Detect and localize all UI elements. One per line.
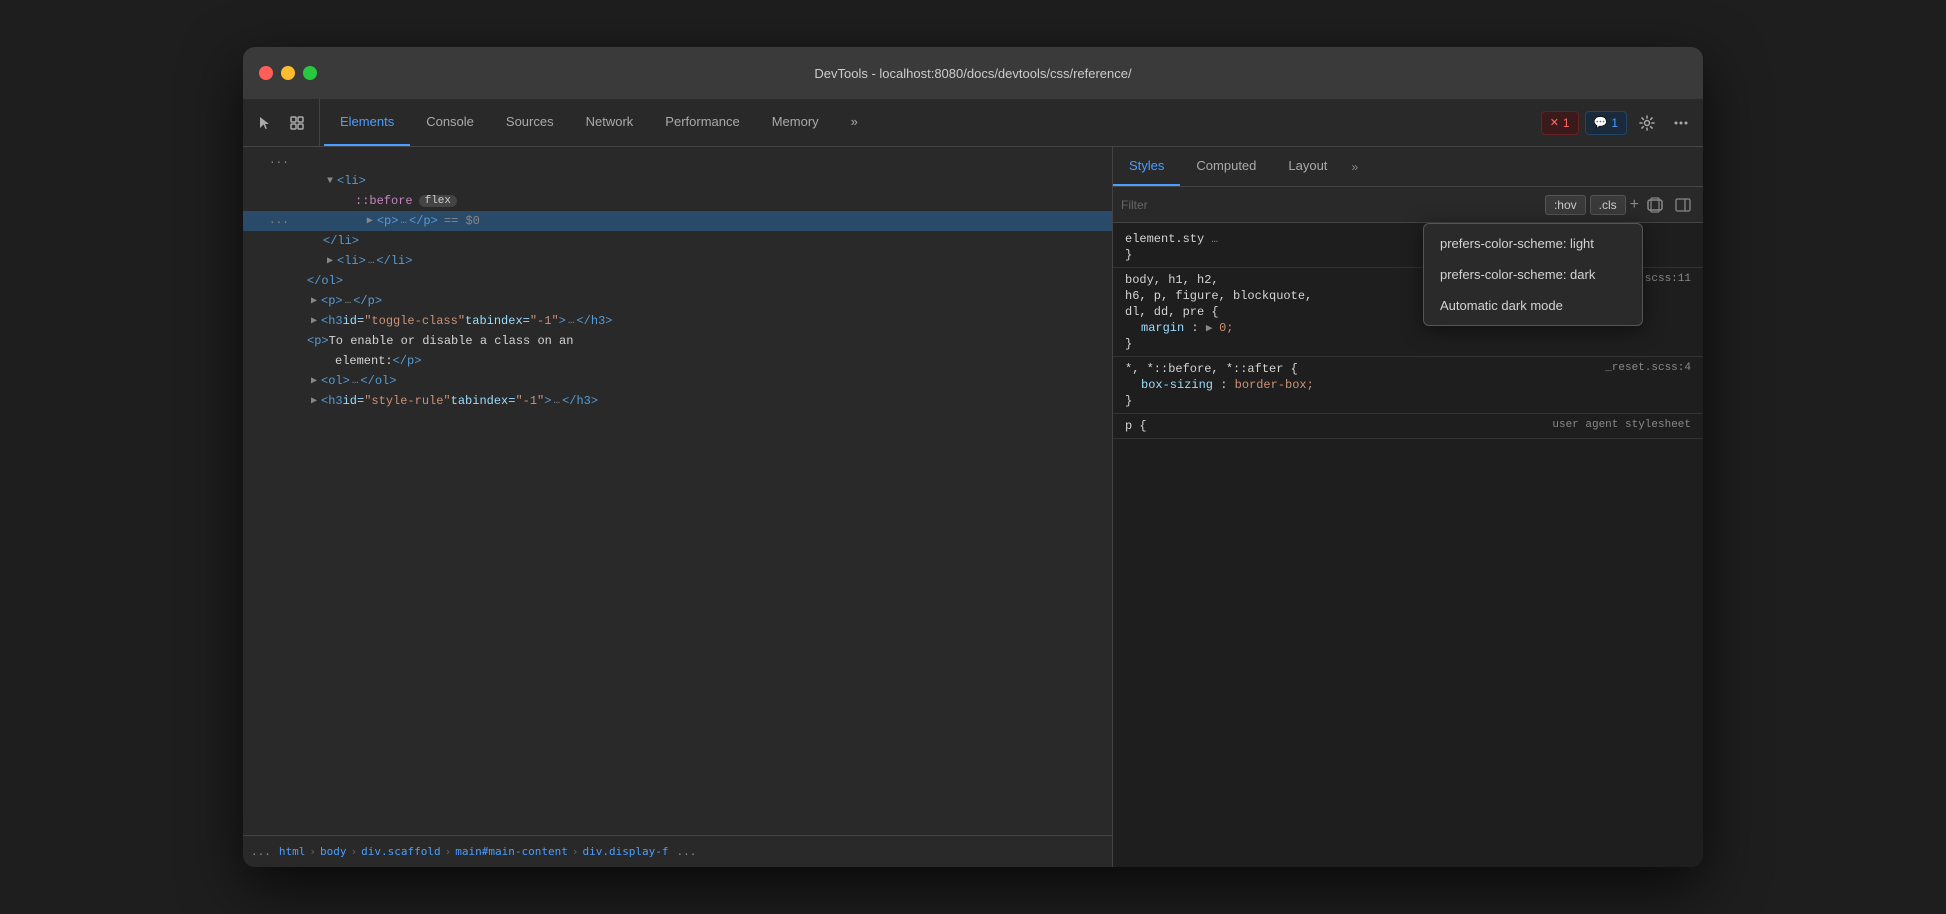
expand-h3-style-arrow[interactable]: ▶ — [307, 394, 321, 408]
expand-p-arrow[interactable]: ▶ — [363, 214, 377, 228]
emulation-icon[interactable] — [1643, 193, 1667, 217]
error-x-icon: ✕ — [1550, 116, 1559, 129]
tab-network[interactable]: Network — [570, 99, 650, 146]
dom-li-collapsed[interactable]: ▶ <li> … </li> — [243, 251, 1112, 271]
toolbar-icons — [251, 99, 320, 146]
tab-memory[interactable]: Memory — [756, 99, 835, 146]
main-tab-bar: Elements Console Sources Network Perform… — [243, 99, 1703, 147]
dom-p-selected[interactable]: ... ▶ <p> … </p> == $0 — [243, 211, 1112, 231]
layout-sidebar-icon[interactable] — [1671, 193, 1695, 217]
add-style-icon[interactable]: + — [1630, 196, 1639, 214]
dom-ol-collapsed[interactable]: ▶ <ol> … </ol> — [243, 371, 1112, 391]
dom-p-text-cont: element: </p> — [243, 351, 1112, 371]
breadcrumb-div-scaffold[interactable]: div.scaffold — [361, 845, 440, 858]
style-block-p-user-agent: p { user agent stylesheet — [1113, 414, 1703, 439]
style-block-universal: *, *::before, *::after { _reset.scss:4 b… — [1113, 357, 1703, 414]
expand-li-arrow[interactable]: ▼ — [323, 174, 337, 188]
dom-h3-style-rule[interactable]: ▶ <h3 id="style-rule" tabindex="-1" > … … — [243, 391, 1112, 411]
right-panel: Styles Computed Layout » :hov .cls + — [1113, 147, 1703, 867]
dropdown-item-dark[interactable]: prefers-color-scheme: dark — [1424, 259, 1642, 290]
breadcrumb-dots: ... — [251, 845, 271, 858]
chat-icon: 💬 — [1594, 116, 1608, 129]
tab-styles[interactable]: Styles — [1113, 147, 1180, 186]
expand-ol-arrow[interactable]: ▶ — [307, 374, 321, 388]
window-title: DevTools - localhost:8080/docs/devtools/… — [814, 66, 1131, 81]
overflow-menu-icon[interactable] — [1667, 109, 1695, 137]
dom-panel: ... ▼ <li> ::before flex ... — [243, 147, 1113, 867]
filter-bar: :hov .cls + prefers-colo — [1113, 187, 1703, 223]
info-badge-button[interactable]: 💬 1 — [1585, 111, 1627, 135]
tab-performance[interactable]: Performance — [649, 99, 755, 146]
dom-dots-top[interactable]: ... — [243, 151, 1112, 171]
minimize-button[interactable] — [281, 66, 295, 80]
tab-elements[interactable]: Elements — [324, 99, 410, 146]
expand-h3-arrow[interactable]: ▶ — [307, 314, 321, 328]
devtools-window: DevTools - localhost:8080/docs/devtools/… — [243, 47, 1703, 867]
dom-li-open[interactable]: ▼ <li> — [243, 171, 1112, 191]
settings-icon[interactable] — [1633, 109, 1661, 137]
cls-button[interactable]: .cls — [1590, 195, 1626, 215]
dom-h3-toggle[interactable]: ▶ <h3 id="toggle-class" tabindex="-1" > … — [243, 311, 1112, 331]
maximize-button[interactable] — [303, 66, 317, 80]
breadcrumb-body[interactable]: body — [320, 845, 347, 858]
tab-bar-actions: ✕ 1 💬 1 — [1533, 99, 1703, 146]
right-tab-more[interactable]: » — [1343, 147, 1366, 186]
filter-input[interactable] — [1121, 198, 1541, 212]
expand-p2-arrow[interactable]: ▶ — [307, 294, 321, 308]
breadcrumb-bar: ... html › body › div.scaffold › main#ma… — [243, 835, 1112, 867]
right-tab-bar: Styles Computed Layout » — [1113, 147, 1703, 187]
dom-p-text[interactable]: <p> To enable or disable a class on an — [243, 331, 1112, 351]
hov-button[interactable]: :hov — [1545, 195, 1586, 215]
dom-p-collapsed[interactable]: ▶ <p> … </p> — [243, 291, 1112, 311]
tab-computed[interactable]: Computed — [1180, 147, 1272, 186]
cls-dropdown: prefers-color-scheme: light prefers-colo… — [1423, 223, 1643, 326]
dropdown-item-auto-dark[interactable]: Automatic dark mode — [1424, 290, 1642, 321]
main-tabs: Elements Console Sources Network Perform… — [324, 99, 1533, 146]
breadcrumb-html[interactable]: html — [279, 845, 306, 858]
expand-li2-arrow[interactable]: ▶ — [323, 254, 337, 268]
dropdown-item-light[interactable]: prefers-color-scheme: light — [1424, 228, 1642, 259]
traffic-lights — [259, 66, 317, 80]
dom-li-close[interactable]: </li> — [243, 231, 1112, 251]
breadcrumb-main[interactable]: main#main-content — [455, 845, 568, 858]
tab-layout[interactable]: Layout — [1272, 147, 1343, 186]
cursor-icon[interactable] — [251, 109, 279, 137]
close-button[interactable] — [259, 66, 273, 80]
dom-ol-close[interactable]: </ol> — [243, 271, 1112, 291]
tab-console[interactable]: Console — [410, 99, 490, 146]
dom-tree[interactable]: ... ▼ <li> ::before flex ... — [243, 147, 1112, 835]
tab-more[interactable]: » — [835, 99, 874, 146]
breadcrumb-ellipsis[interactable]: ... — [677, 845, 697, 858]
tab-sources[interactable]: Sources — [490, 99, 570, 146]
title-bar: DevTools - localhost:8080/docs/devtools/… — [243, 47, 1703, 99]
error-badge-button[interactable]: ✕ 1 — [1541, 111, 1579, 135]
dom-before-pseudo[interactable]: ::before flex — [243, 191, 1112, 211]
breadcrumb-div-display[interactable]: div.display-f — [582, 845, 668, 858]
inspect-icon[interactable] — [283, 109, 311, 137]
main-content: ... ▼ <li> ::before flex ... — [243, 147, 1703, 867]
